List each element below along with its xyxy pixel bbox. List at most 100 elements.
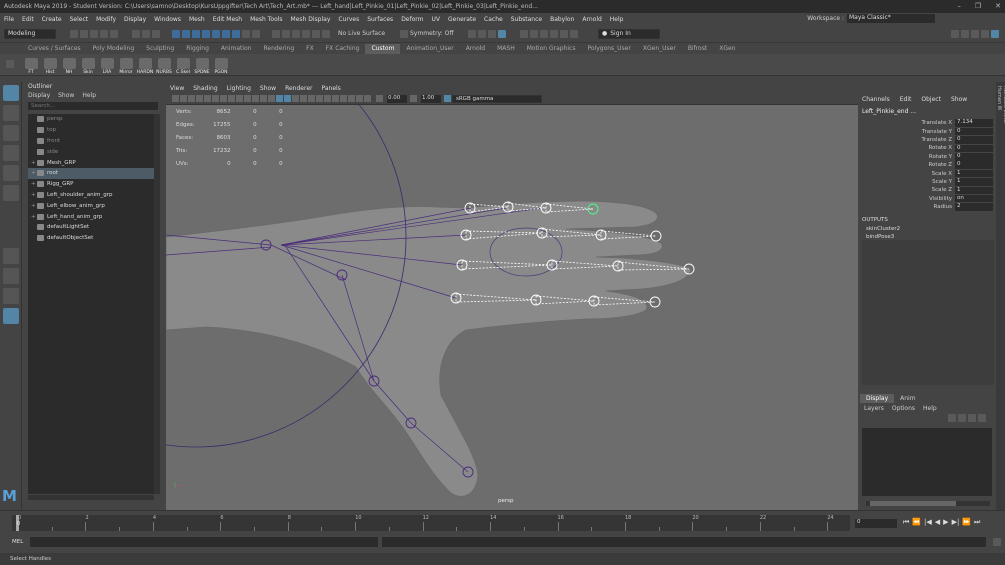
layer-scrollbar[interactable] [866, 501, 990, 506]
viewport-panel[interactable]: View Shading Lighting Show Renderer Panels 0.… [166, 84, 858, 510]
shelf-tab-arnold[interactable]: Arnold [460, 44, 491, 54]
channel-value-field[interactable]: 1 [955, 169, 993, 178]
render-view-icon[interactable] [468, 29, 476, 38]
pause-icon[interactable] [570, 29, 578, 38]
save-scene-icon[interactable] [90, 29, 98, 38]
options-menu[interactable]: Options [892, 405, 915, 412]
outliner-menu-help[interactable]: Help [82, 92, 96, 99]
outliner-item[interactable]: front [28, 136, 154, 147]
outliner-item[interactable]: + Mesh_GRP [28, 157, 154, 168]
show-menu[interactable]: Show [951, 96, 967, 103]
image-plane-icon[interactable] [196, 95, 203, 102]
shelf-tab-fx[interactable]: FX [300, 44, 320, 54]
channel-value-field[interactable]: 7.134 [955, 119, 993, 127]
outliner-item[interactable]: side [28, 146, 154, 157]
outliner-item[interactable]: top [28, 125, 154, 136]
workspace-dropdown[interactable]: Maya Classic* [847, 14, 935, 23]
menu-select[interactable]: Select [70, 16, 89, 23]
menu-deform[interactable]: Deform [401, 16, 423, 23]
outliner-vertical-scrollbar[interactable] [154, 114, 160, 494]
redo-icon[interactable] [110, 29, 118, 38]
rotate-tool-icon[interactable] [3, 165, 19, 181]
two-panel-layout-icon[interactable] [3, 288, 19, 304]
anti-aliasing-icon[interactable] [332, 95, 339, 102]
color-space-dropdown[interactable]: sRGB gamma [452, 94, 542, 103]
menu-curves[interactable]: Curves [338, 16, 359, 23]
gamma-icon[interactable] [410, 95, 417, 102]
tab-display[interactable]: Display [860, 394, 895, 403]
viewport-menu-lighting[interactable]: Lighting [227, 85, 251, 92]
lock-selection-icon[interactable] [242, 29, 250, 38]
channel-name[interactable]: Scale X [860, 171, 955, 177]
outliner-item[interactable]: + Left_elbow_anim_grp [28, 200, 154, 211]
2d-pan-zoom-icon[interactable] [204, 95, 211, 102]
output-skin-cluster[interactable]: skinCluster2 [862, 226, 996, 235]
select-tool-icon[interactable] [3, 85, 19, 101]
new-layer-selected-icon[interactable] [978, 414, 986, 422]
channel-value-field[interactable]: 0 [955, 161, 993, 169]
open-scene-icon[interactable] [80, 29, 88, 38]
render-frame-icon[interactable] [478, 29, 486, 38]
menu-generate[interactable]: Generate [448, 16, 476, 23]
exposure-icon[interactable] [376, 95, 383, 102]
snap-curve-icon[interactable] [282, 29, 290, 38]
shelf-button-mirror[interactable]: Mirror [117, 55, 135, 75]
film-gate-icon[interactable] [228, 95, 235, 102]
channel-row[interactable]: Rotate Y0 [860, 153, 996, 161]
undo-icon[interactable] [100, 29, 108, 38]
shelf-tab-animation-user[interactable]: Animation_User [400, 44, 459, 54]
channels-menu[interactable]: Channels [862, 96, 890, 103]
outliner-item[interactable]: + root [28, 167, 154, 179]
channel-name[interactable]: Scale Z [860, 187, 955, 193]
shelf-tab-bifrost[interactable]: Bifrost [682, 44, 713, 54]
single-perspective-layout-icon[interactable] [3, 248, 19, 264]
motion-blur-icon[interactable] [324, 95, 331, 102]
channel-name[interactable]: Radius [860, 204, 955, 210]
live-surface-label[interactable]: No Live Surface [338, 30, 400, 37]
close-button[interactable]: ✕ [995, 2, 1001, 10]
pick-mask-misc-icon[interactable] [232, 29, 240, 38]
menu-mesh[interactable]: Mesh [189, 16, 205, 23]
shelf-tab-sculpting[interactable]: Sculpting [140, 44, 180, 54]
layers-menu[interactable]: Layers [864, 405, 884, 412]
channel-value-field[interactable]: 2 [955, 203, 993, 211]
move-layer-up-icon[interactable] [948, 414, 956, 422]
channel-value-field[interactable]: 0 [955, 144, 993, 153]
go-to-start-icon[interactable]: ⏮ [903, 518, 909, 527]
viewport-menu-shading[interactable]: Shading [193, 85, 217, 92]
channel-value-field[interactable]: 0 [955, 153, 993, 161]
outliner-item[interactable]: + Rigg_GRP [28, 179, 154, 190]
shelf-button-ft[interactable]: FT [22, 55, 40, 75]
symmetry-icon[interactable] [400, 29, 408, 38]
channel-name[interactable]: Translate X [860, 120, 955, 126]
paint-select-tool-icon[interactable] [3, 125, 19, 141]
smooth-shade-icon[interactable] [276, 95, 283, 102]
channel-row[interactable]: Scale X1 [860, 169, 996, 178]
shelf-button-pgon[interactable]: PGON [212, 55, 230, 75]
camera-select-icon[interactable] [172, 95, 179, 102]
pick-mask-dynamics-icon[interactable] [212, 29, 220, 38]
channel-name[interactable]: Rotate Z [860, 162, 955, 168]
channel-box-icon[interactable] [981, 29, 989, 38]
pick-mask-surfaces-icon[interactable] [192, 29, 200, 38]
history-icon[interactable] [322, 29, 330, 38]
shelf-tab-fx-caching[interactable]: FX Caching [320, 44, 366, 54]
select-hierarchy-icon[interactable] [132, 29, 140, 38]
select-object-icon[interactable] [142, 29, 150, 38]
menu-babylon[interactable]: Babylon [550, 16, 574, 23]
step-forward-key-icon[interactable]: ⏩ [962, 518, 971, 527]
menu-arnold[interactable]: Arnold [582, 16, 601, 23]
shelf-settings-icon[interactable] [6, 60, 14, 68]
shelf-tab-rigging[interactable]: Rigging [180, 44, 215, 54]
exposure-field[interactable]: 0.00 [387, 94, 407, 103]
pick-mask-rendering-icon[interactable] [222, 29, 230, 38]
wireframe-on-shaded-icon[interactable] [284, 95, 291, 102]
menu-mesh-tools[interactable]: Mesh Tools [250, 16, 282, 23]
layer-list[interactable] [862, 428, 992, 496]
xray-icon[interactable] [348, 95, 355, 102]
viewport-menu-renderer[interactable]: Renderer [285, 85, 312, 92]
viewport-menu-view[interactable]: View [170, 85, 184, 92]
shelf-tab-curves-surfaces[interactable]: Curves / Surfaces [22, 44, 87, 54]
time-slider-track[interactable]: 0 2 4 6 8 10 12 14 16 18 20 22 24 0 [12, 515, 850, 531]
hand-mesh[interactable] [166, 200, 692, 497]
